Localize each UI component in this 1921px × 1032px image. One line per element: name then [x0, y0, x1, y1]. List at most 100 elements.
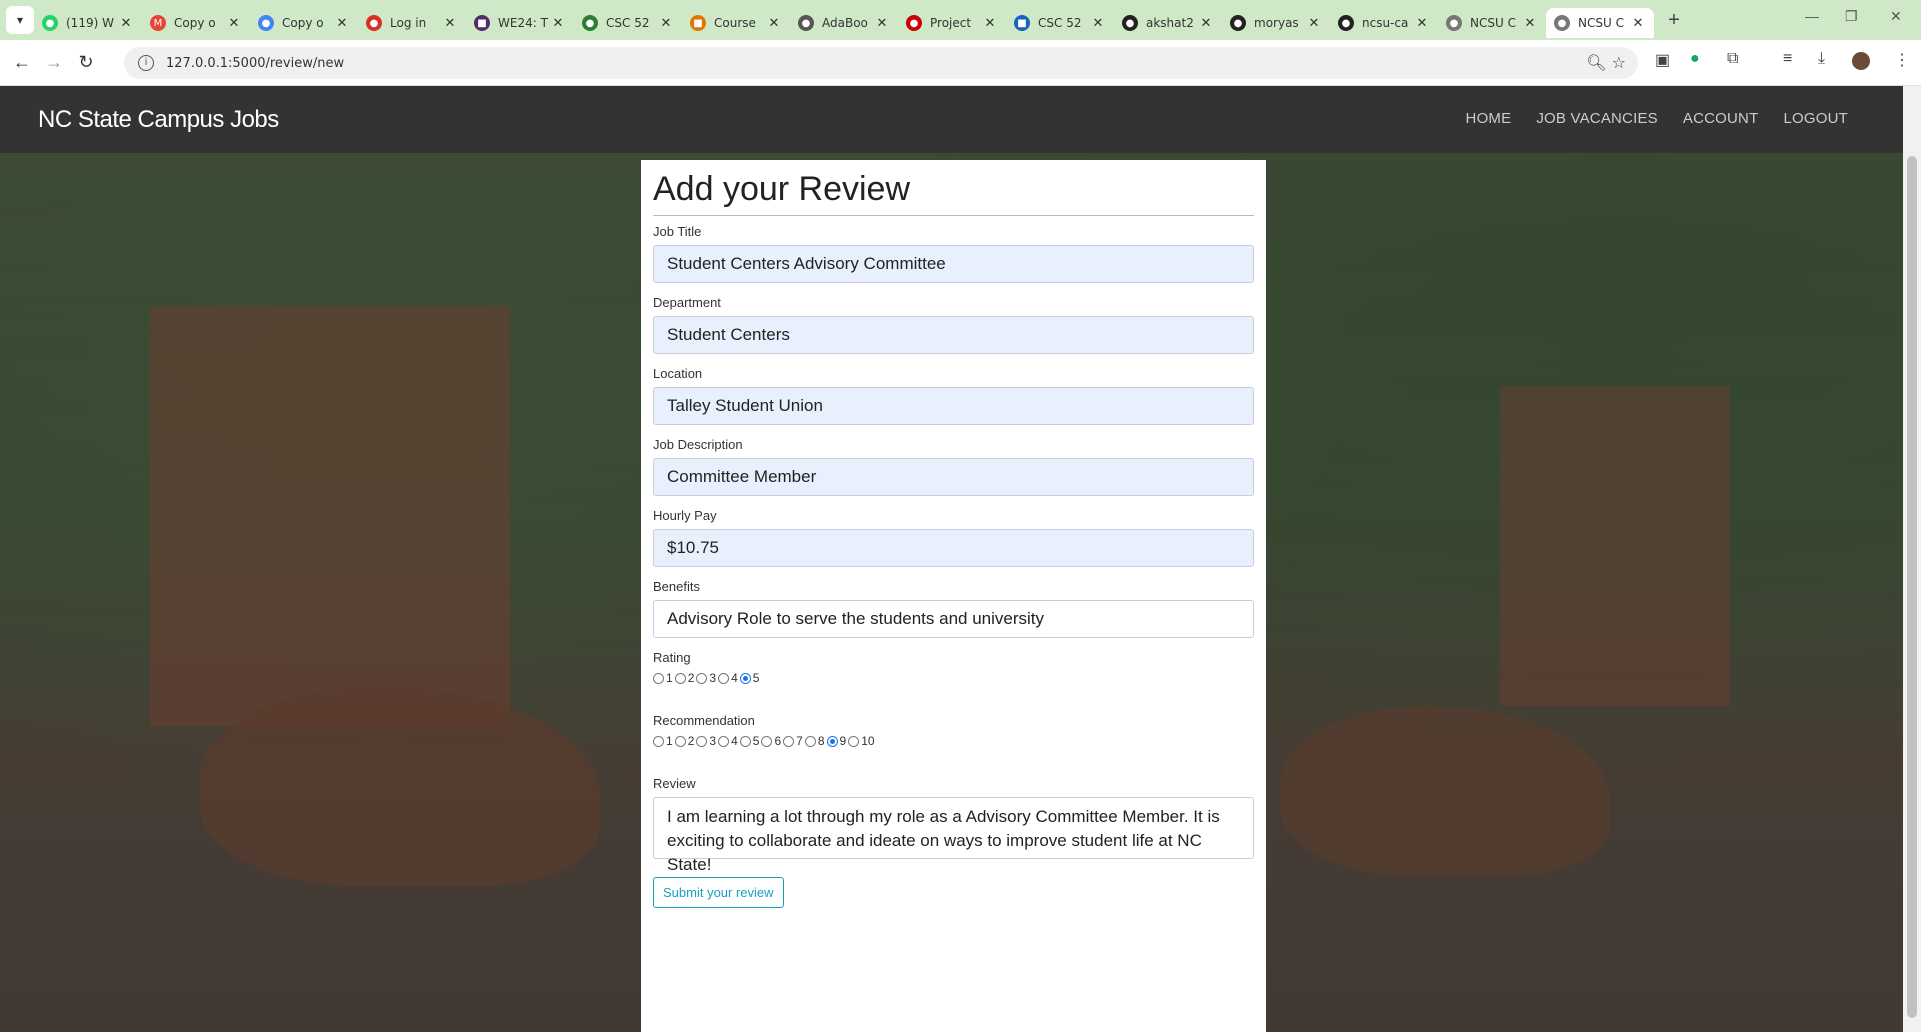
tab-close-icon[interactable]: ✕: [1198, 16, 1214, 31]
rating-radio-button[interactable]: [718, 672, 730, 684]
browser-tab[interactable]: M Copy o ✕: [142, 8, 250, 38]
recommendation-option[interactable]: 8: [804, 734, 825, 748]
recommendation-radio-button[interactable]: [761, 735, 773, 747]
browser-menu-icon[interactable]: ⋮: [1894, 50, 1910, 70]
tab-close-icon[interactable]: ✕: [1522, 16, 1538, 31]
recommendation-radio-button[interactable]: [826, 735, 838, 747]
tab-close-icon[interactable]: ✕: [1306, 16, 1322, 31]
rating-radio-button[interactable]: [653, 672, 664, 684]
minimize-icon[interactable]: —: [1805, 8, 1819, 24]
browser-tab[interactable]: ● Project ✕: [898, 8, 1006, 38]
extensions-puzzle-icon[interactable]: ⧉: [1727, 50, 1738, 68]
tab-close-icon[interactable]: ✕: [1630, 16, 1646, 31]
rating-option[interactable]: 5: [739, 671, 759, 685]
benefits-input[interactable]: Advisory Role to serve the students and …: [653, 600, 1254, 638]
rating-option[interactable]: 4: [718, 671, 738, 685]
tab-close-icon[interactable]: ✕: [334, 16, 350, 31]
submit-review-button[interactable]: Submit your review: [653, 877, 784, 908]
nav-logout[interactable]: LOGOUT: [1783, 110, 1848, 127]
rating-radio-button[interactable]: [739, 672, 751, 684]
tab-close-icon[interactable]: ✕: [118, 16, 134, 31]
new-tab-button[interactable]: +: [1660, 9, 1688, 32]
close-window-icon[interactable]: ✕: [1890, 8, 1902, 25]
tab-close-icon[interactable]: ✕: [1414, 16, 1430, 31]
browser-tab[interactable]: ● moryas ✕: [1222, 8, 1330, 38]
recommendation-radio-button[interactable]: [804, 735, 816, 747]
browser-tab[interactable]: ● akshat2 ✕: [1114, 8, 1222, 38]
site-brand[interactable]: NC State Campus Jobs: [38, 106, 279, 134]
site-info-icon[interactable]: i: [138, 55, 154, 71]
address-bar[interactable]: i 127.0.0.1:5000/review/new 🔍︎ ☆: [124, 47, 1638, 79]
page-viewport: NC State Campus Jobs HOME JOB VACANCIES …: [0, 86, 1903, 1032]
department-input[interactable]: Student Centers: [653, 316, 1254, 354]
recommendation-option[interactable]: 2: [674, 734, 694, 748]
restore-icon[interactable]: ❐: [1845, 8, 1858, 25]
tab-close-icon[interactable]: ✕: [658, 16, 674, 31]
nav-job-vacancies[interactable]: JOB VACANCIES: [1536, 110, 1658, 127]
location-input[interactable]: Talley Student Union: [653, 387, 1254, 425]
browser-tab[interactable]: ● NCSU C ✕: [1438, 8, 1546, 38]
tab-favicon-icon: ●: [1338, 15, 1354, 31]
review-textarea[interactable]: I am learning a lot through my role as a…: [653, 797, 1254, 874]
rating-radio-button[interactable]: [696, 672, 708, 684]
rating-option[interactable]: 2: [674, 671, 694, 685]
rating-radio-button[interactable]: [674, 672, 686, 684]
recommendation-radio-button[interactable]: [739, 735, 751, 747]
tab-close-icon[interactable]: ✕: [766, 16, 782, 31]
recommendation-radio-button[interactable]: [783, 735, 795, 747]
rating-option[interactable]: 3: [696, 671, 716, 685]
recommendation-option-label: 9: [839, 734, 847, 748]
media-control-icon[interactable]: ≡: [1783, 50, 1792, 68]
tab-close-icon[interactable]: ✕: [226, 16, 242, 31]
tab-close-icon[interactable]: ✕: [550, 16, 566, 31]
location-label: Location: [653, 366, 703, 381]
recommendation-radio-button[interactable]: [653, 735, 664, 747]
profile-avatar[interactable]: [1852, 52, 1870, 70]
browser-tab[interactable]: ■ CSC 52 ✕: [1006, 8, 1114, 38]
rating-option[interactable]: 1: [653, 671, 673, 685]
tab-close-icon[interactable]: ✕: [1090, 16, 1106, 31]
reload-button[interactable]: ↻: [70, 52, 102, 73]
recommendation-option[interactable]: 3: [696, 734, 716, 748]
tab-close-icon[interactable]: ✕: [982, 16, 998, 31]
recommendation-option[interactable]: 4: [718, 734, 738, 748]
recommendation-radio-button[interactable]: [674, 735, 686, 747]
forward-button[interactable]: →: [38, 52, 70, 73]
recommendation-option[interactable]: 10: [848, 734, 875, 748]
browser-tab[interactable]: ● AdaBoo ✕: [790, 8, 898, 38]
job-title-input[interactable]: Student Centers Advisory Committee: [653, 245, 1254, 283]
browser-tab[interactable]: ● Log in ✕: [358, 8, 466, 38]
back-button[interactable]: ←: [6, 52, 38, 73]
tab-search-button[interactable]: ▾: [6, 6, 34, 34]
recommendation-option[interactable]: 9: [826, 734, 847, 748]
extension-icon[interactable]: ▣: [1655, 50, 1670, 70]
hourly-pay-input[interactable]: $10.75: [653, 529, 1254, 567]
rating-option-label: 1: [666, 671, 673, 685]
browser-tab[interactable]: ● Copy o ✕: [250, 8, 358, 38]
zoom-and-bookmark-icons[interactable]: 🔍︎ ☆: [1586, 53, 1626, 72]
location-field: Location Talley Student Union: [653, 366, 1254, 425]
recommendation-option[interactable]: 7: [783, 734, 803, 748]
browser-tab[interactable]: ■ Course ✕: [682, 8, 790, 38]
browser-tab[interactable]: ● NCSU C ✕: [1546, 8, 1654, 38]
recommendation-option[interactable]: 6: [761, 734, 781, 748]
nav-home[interactable]: HOME: [1466, 110, 1512, 127]
nav-account[interactable]: ACCOUNT: [1683, 110, 1759, 127]
browser-tab[interactable]: ● ncsu-ca ✕: [1330, 8, 1438, 38]
recommendation-radio-button[interactable]: [696, 735, 708, 747]
browser-tab[interactable]: ● (119) W ✕: [34, 8, 142, 38]
scrollbar-thumb[interactable]: [1907, 156, 1917, 1018]
browser-tab[interactable]: ● CSC 52 ✕: [574, 8, 682, 38]
grammarly-icon[interactable]: ●: [1690, 50, 1700, 68]
recommendation-radio-button[interactable]: [848, 735, 860, 747]
download-icon[interactable]: ⤓: [1818, 50, 1825, 68]
page-scrollbar[interactable]: [1903, 86, 1921, 1032]
recommendation-option[interactable]: 1: [653, 734, 673, 748]
tab-close-icon[interactable]: ✕: [442, 16, 458, 31]
recommendation-radio-button[interactable]: [718, 735, 730, 747]
recommendation-option[interactable]: 5: [739, 734, 759, 748]
description-input[interactable]: Committee Member: [653, 458, 1254, 496]
browser-tab[interactable]: ■ WE24: T ✕: [466, 8, 574, 38]
review-form-card: Add your Review Job Title Student Center…: [641, 160, 1266, 1032]
tab-close-icon[interactable]: ✕: [874, 16, 890, 31]
